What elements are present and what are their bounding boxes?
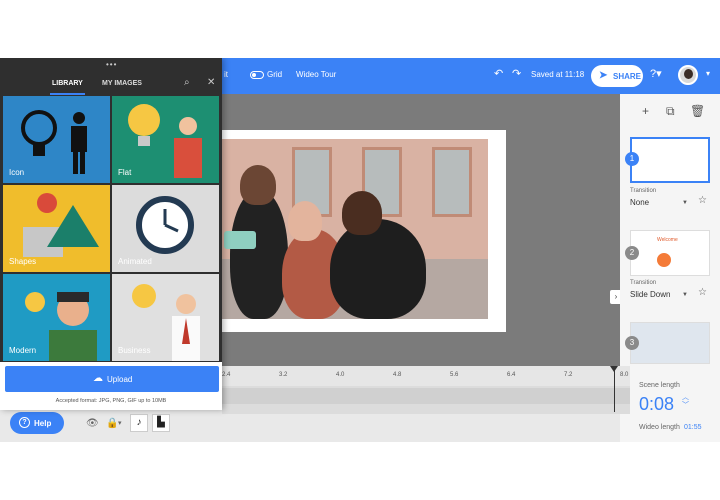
category-tile-business[interactable]: Business xyxy=(112,274,219,361)
redo-icon[interactable]: ↷ xyxy=(512,68,521,80)
duplicate-scene-icon[interactable]: ⧉ xyxy=(666,104,675,118)
timeline-tick: 8.0 xyxy=(620,372,629,378)
scene-number: 1 xyxy=(625,152,639,166)
search-icon[interactable]: ⌕ xyxy=(184,78,190,88)
question-icon: ? xyxy=(19,417,30,428)
upload-area: ☁ Upload Accepted format: JPG, PNG, GIF … xyxy=(0,362,222,410)
tab-my-images[interactable]: MY IMAGES xyxy=(102,80,142,87)
scene-number: 3 xyxy=(625,336,639,350)
timeline[interactable]: 2.4 3.2 4.0 4.8 5.6 6.4 7.2 8.0 xyxy=(222,366,630,414)
help-button[interactable]: ? Help xyxy=(10,412,64,434)
category-tile-animated[interactable]: Animated xyxy=(112,185,219,272)
help-label: Help xyxy=(34,419,52,428)
timeline-tick: 4.8 xyxy=(393,372,402,378)
delete-scene-icon[interactable]: 🗑 xyxy=(690,104,705,118)
category-name: Business xyxy=(118,346,151,355)
scene-number: 2 xyxy=(625,246,639,260)
lock-icon[interactable]: 🔒 xyxy=(106,418,118,430)
transition-label: Transition xyxy=(630,280,657,286)
library-panel: ••• LIBRARY MY IMAGES ⌕ ✕ Icon Flat Shap… xyxy=(0,58,222,410)
category-name: Shapes xyxy=(9,257,37,266)
chevron-down-icon[interactable]: ▾ xyxy=(118,418,122,430)
category-name: Flat xyxy=(118,168,132,177)
timeline-tick: 6.4 xyxy=(507,372,516,378)
timeline-tick: 5.6 xyxy=(450,372,459,378)
wideo-length-value: 01:55 xyxy=(684,424,702,431)
app-window: it Grid Wideo Tour ↶ ↷ Saved at 11:18 ➤ … xyxy=(0,58,720,442)
photo-phone xyxy=(224,231,256,249)
star-icon[interactable]: ☆ xyxy=(698,288,707,298)
transition-select[interactable]: Slide Down xyxy=(630,290,670,299)
tab-library[interactable]: LIBRARY xyxy=(50,80,85,95)
accepted-formats-text: Accepted format: JPG, PNG, GIF up to 10M… xyxy=(55,398,167,404)
drag-handle-icon[interactable]: ••• xyxy=(106,60,117,69)
timeline-ruler: 2.4 3.2 4.0 4.8 5.6 6.4 7.2 8.0 xyxy=(222,366,630,386)
close-icon[interactable]: ✕ xyxy=(207,78,215,88)
upload-button[interactable]: ☁ Upload xyxy=(5,366,219,392)
clapperboard-icon[interactable]: ▙ xyxy=(152,414,170,432)
scene-length-stepper-icon[interactable]: ︿ ﹀ xyxy=(682,394,689,410)
chevron-down-icon[interactable]: ▼ xyxy=(682,292,688,298)
wideo-length-label: Wideo length xyxy=(639,424,680,431)
category-name: Animated xyxy=(118,257,152,266)
chevron-down-icon[interactable]: ▼ xyxy=(682,200,688,206)
grid-label: Grid xyxy=(267,70,283,79)
timeline-tick: 7.2 xyxy=(564,372,573,378)
image-category-grid: Icon Flat Shapes Animated Modern Busines… xyxy=(3,96,219,362)
music-note-icon[interactable]: ♪ xyxy=(130,414,148,432)
photo-person-head xyxy=(288,201,322,241)
category-tile-icon[interactable]: Icon xyxy=(3,96,110,183)
transition-label: Transition xyxy=(630,188,657,194)
upload-label: Upload xyxy=(107,375,133,384)
undo-icon[interactable]: ↶ xyxy=(494,68,503,80)
timeline-playhead[interactable] xyxy=(610,366,618,412)
transition-select[interactable]: None xyxy=(630,198,649,207)
category-name: Icon xyxy=(9,168,25,177)
photo-person xyxy=(230,189,288,319)
grid-toggle[interactable] xyxy=(250,71,264,79)
user-avatar[interactable] xyxy=(678,65,698,85)
category-tile-flat[interactable]: Flat xyxy=(112,96,219,183)
slide-canvas[interactable] xyxy=(222,130,506,332)
scene-thumbnail[interactable] xyxy=(630,137,710,183)
scene-thumbnail[interactable] xyxy=(630,322,710,364)
thumbnail-circle xyxy=(657,253,671,267)
help-menu-icon[interactable]: ?▾ xyxy=(650,68,662,80)
canvas-stage xyxy=(222,94,620,366)
photo-person-head xyxy=(342,191,382,235)
scene-thumbnail[interactable]: Welcome xyxy=(630,230,710,276)
timeline-tick: 4.0 xyxy=(336,372,345,378)
avatar-caret-icon[interactable]: ▾ xyxy=(706,68,710,80)
edit-menu-fragment[interactable]: it xyxy=(224,70,228,79)
photo-person xyxy=(330,219,426,319)
send-icon: ➤ xyxy=(599,70,608,81)
timeline-track[interactable] xyxy=(222,388,630,404)
category-tile-shapes[interactable]: Shapes xyxy=(3,185,110,272)
share-label: SHARE xyxy=(613,72,642,81)
cloud-upload-icon: ☁ xyxy=(93,373,103,384)
timeline-tick: 2.4 xyxy=(222,372,231,378)
category-tile-modern[interactable]: Modern xyxy=(3,274,110,361)
scene-photo[interactable] xyxy=(222,139,488,319)
scene-length-value[interactable]: 0:08 xyxy=(639,394,674,415)
thumbnail-title: Welcome xyxy=(657,237,678,243)
photo-person-head xyxy=(240,165,276,205)
photo-window xyxy=(432,147,472,217)
share-button[interactable]: ➤ SHARE xyxy=(591,65,643,87)
star-icon[interactable]: ☆ xyxy=(698,196,707,206)
timeline-tick: 3.2 xyxy=(279,372,288,378)
category-name: Modern xyxy=(9,346,37,355)
add-scene-icon[interactable]: + xyxy=(642,104,649,118)
saved-status: Saved at 11:18 xyxy=(531,70,585,79)
scene-length-box: Scene length 0:08 ︿ ﹀ Wideo length 01:55 xyxy=(630,374,720,442)
wideo-tour-link[interactable]: Wideo Tour xyxy=(296,70,336,79)
eye-icon[interactable]: 👁 xyxy=(86,418,99,430)
scene-length-label: Scene length xyxy=(639,382,680,389)
